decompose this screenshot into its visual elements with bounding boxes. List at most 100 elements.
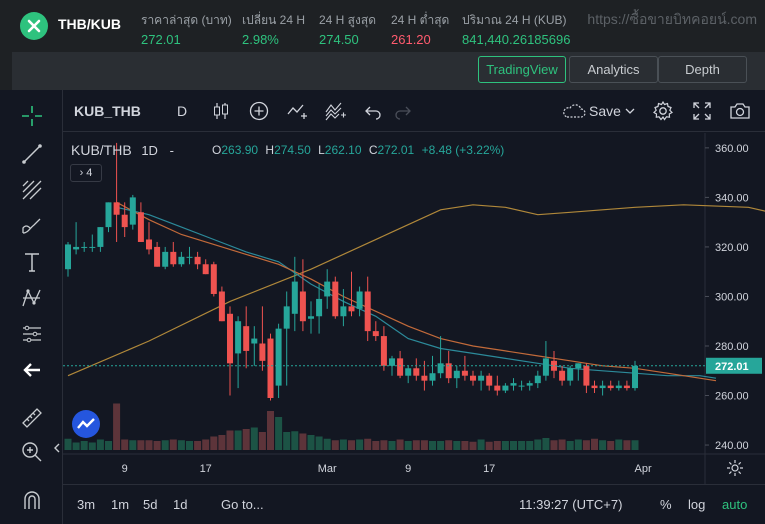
zoom-in-icon[interactable] [20,440,44,464]
candle-body [372,331,379,337]
view-toggle-bar: TradingView Analytics Depth [12,52,765,90]
volume-bar [623,440,631,450]
fib-icon[interactable] [20,178,44,202]
last-price-label: 272.01 [715,361,749,373]
x-tick-label: 9 [405,463,411,475]
symbol-search-button[interactable]: KUB_THB [74,103,141,119]
candle-body [599,385,606,389]
candle-body [632,365,638,389]
range-3m-button[interactable]: 3m [77,497,95,512]
interval-button[interactable]: D [177,103,187,119]
volume-bar [469,441,477,450]
text-icon[interactable] [20,250,44,274]
settings-icon[interactable] [652,100,674,122]
indicators-toggle-button[interactable]: › 4 [70,164,102,182]
candle-body [623,385,630,389]
tab-analytics[interactable]: Analytics [569,56,658,83]
camera-icon[interactable] [729,100,751,122]
candle-body [235,321,242,354]
range-1m-button[interactable]: 1m [111,497,129,512]
range-5d-button[interactable]: 5d [143,497,157,512]
indicators-icon[interactable] [324,100,346,122]
undo-icon[interactable] [362,100,384,122]
volume-bar [72,442,80,450]
save-button[interactable]: Save [589,103,621,119]
volume-bar [242,429,250,450]
volume-bar [615,439,623,450]
stat-value: 841,440.26185696 [462,32,571,47]
tab-tradingview[interactable]: TradingView [478,56,566,83]
back-arrow-icon[interactable] [20,358,44,382]
volume-bar [105,441,112,450]
volume-bar [526,441,534,450]
volume-bar [299,433,307,450]
fullscreen-icon[interactable] [691,100,713,122]
price-chart[interactable]: 240.00 260.00 280.00 300.00 320.00 340.00 360.… [63,133,765,484]
volume-bar [121,439,129,450]
stat-change-24h: เปลี่ยน 24 H 2.98% [242,11,305,47]
volume-bar [129,440,137,450]
x-tick-label: 9 [122,463,128,475]
pattern-icon[interactable] [20,286,44,310]
auto-toggle[interactable]: auto [722,497,747,512]
chevron-down-icon[interactable] [624,104,636,118]
candles-icon[interactable] [210,100,232,122]
trend-line-icon[interactable] [20,142,44,166]
crosshair-icon[interactable] [20,104,44,128]
axis-settings-icon[interactable] [726,459,744,477]
volume-bar [380,440,388,450]
chevron-left-icon[interactable] [52,442,62,454]
candle-body [478,375,485,381]
candle-body [227,313,233,364]
measure-icon[interactable] [20,322,44,346]
volume-bar [550,440,558,450]
x-tick-label: 17 [483,463,495,475]
volume-bar [283,432,291,450]
candle-body [170,251,177,265]
volume-bar [291,431,299,450]
redo-icon[interactable] [392,100,414,122]
volume-bar [194,441,202,450]
candle-body [567,368,574,381]
volume-bar [364,438,372,450]
volume-bar [169,439,177,450]
brush-icon[interactable] [20,214,44,238]
candle-body [316,298,323,317]
tradingview-logo-icon[interactable] [70,409,102,439]
chart-legend: KUB/THB 1D - [71,142,174,158]
volume-bar [461,441,469,450]
clock-timezone[interactable]: 11:39:27 (UTC+7) [519,497,622,512]
tradingview-widget: KUB_THB D Save 240.00 260.00 280.00 300.… [0,90,765,524]
add-indicator-icon[interactable] [248,100,270,122]
compare-icon[interactable] [286,100,308,122]
goto-button[interactable]: Go to... [221,497,264,512]
volume-bar [574,439,582,450]
open-key: O [212,143,222,157]
cloud-icon[interactable] [561,100,587,122]
candle-body [259,343,266,361]
stat-label: ปริมาณ 24 H (KUB) [462,13,567,27]
magnet-icon[interactable] [20,488,44,512]
candle-body [251,338,258,344]
candle-body [162,251,169,267]
candle-body [502,385,509,391]
percent-toggle[interactable]: % [660,497,672,512]
candle-body [89,246,96,248]
volume-bar [161,440,169,450]
volume-bar [437,441,445,450]
candle-body [518,385,525,387]
range-1d-button[interactable]: 1d [173,497,187,512]
volume-bar [356,439,364,450]
candle-body [113,202,120,215]
ruler-icon[interactable] [20,406,44,430]
volume-bar [453,441,461,450]
candle-body [332,281,339,317]
candle-body [461,370,468,376]
volume-bar [420,440,428,450]
candle-body [413,368,420,376]
volume-bar [137,440,145,450]
tab-depth[interactable]: Depth [658,56,747,83]
log-toggle[interactable]: log [688,497,705,512]
candle-body [429,373,436,381]
candle-body [218,291,225,322]
